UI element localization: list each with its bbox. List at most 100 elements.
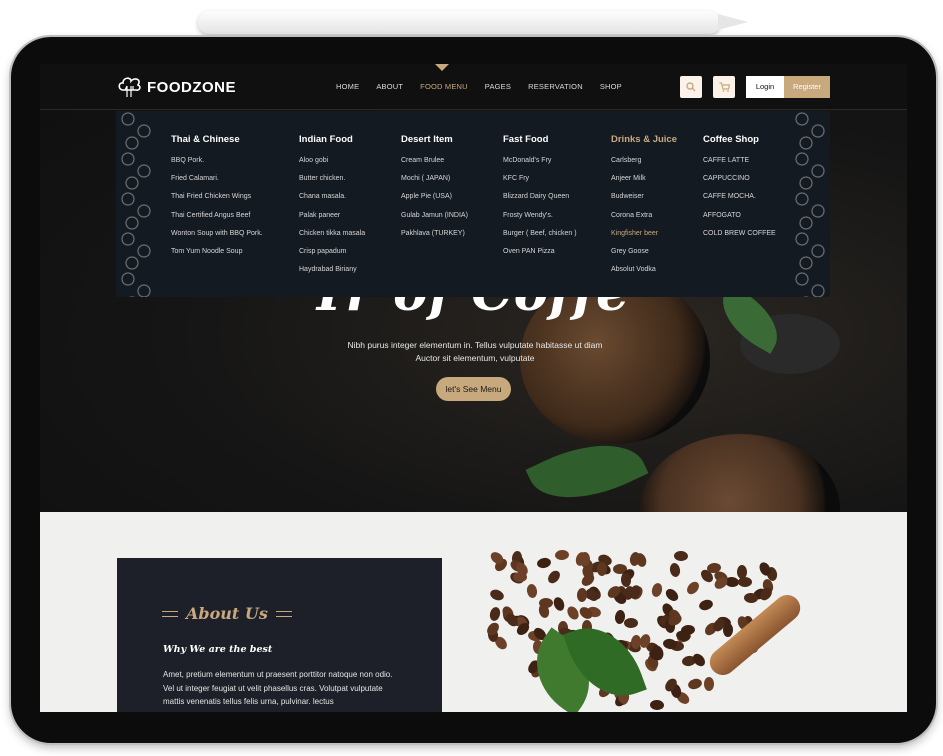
menu-item[interactable]: CAPPUCCINO (703, 175, 776, 193)
menu-column-indian-food: Indian Food Aloo gobi Butter chicken. Ch… (299, 134, 365, 284)
coffee-bean (668, 561, 681, 578)
menu-caret-icon (435, 64, 449, 71)
menu-item[interactable]: Crisp papadum (299, 248, 365, 266)
search-icon (686, 82, 696, 92)
stylus-pencil (198, 11, 720, 34)
menu-item[interactable]: Apple Pie (USA) (401, 193, 468, 211)
coffee-bean (649, 699, 665, 711)
nav-item-pages[interactable]: PAGES (485, 82, 511, 91)
menu-item[interactable]: Tom Yum Noodle Soup (171, 248, 263, 266)
menu-item[interactable]: Carlsberg (611, 157, 677, 175)
menu-column-thai-chinese: Thai & Chinese BBQ Pork. Fried Calamari.… (171, 134, 263, 266)
menu-item[interactable]: Frosty Wendy's. (503, 212, 577, 230)
menu-item[interactable]: Blizzard Dairy Queen (503, 193, 577, 211)
menu-item[interactable]: CAFFE LATTE (703, 157, 776, 175)
food-menu-dropdown: Thai & Chinese BBQ Pork. Fried Calamari.… (116, 111, 830, 297)
register-button[interactable]: Register (784, 76, 830, 98)
brand-logo[interactable]: FOODZONE (117, 76, 236, 98)
coffee-bean (545, 568, 562, 586)
menu-item[interactable]: Corona Extra (611, 212, 677, 230)
menu-item[interactable]: Gulab Jamun (INDIA) (401, 212, 468, 230)
menu-item[interactable]: Chicken tikka masala (299, 230, 365, 248)
coffee-bean (526, 583, 539, 600)
search-button[interactable] (680, 76, 702, 98)
coffee-bean (697, 598, 715, 612)
coffee-bean (551, 595, 567, 613)
menu-column-title: Thai & Chinese (171, 134, 240, 145)
coffee-bean (564, 604, 581, 622)
nav-item-reservation[interactable]: RESERVATION (528, 82, 583, 91)
nav-item-food-menu[interactable]: FOOD MENU (420, 82, 468, 91)
nav-item-about[interactable]: ABOUT (376, 82, 403, 91)
about-heading: About Us (162, 604, 292, 623)
menu-item[interactable]: Fried Calamari. (171, 175, 263, 193)
cart-button[interactable] (713, 76, 735, 98)
menu-item[interactable]: Cream Brulee (401, 157, 468, 175)
menu-item[interactable]: Oven PAN Pizza (503, 248, 577, 266)
menu-column-title: Indian Food (299, 134, 353, 145)
menu-item[interactable]: AFFOGATO (703, 212, 776, 230)
coffee-bean (488, 605, 502, 622)
see-menu-button[interactable]: let's See Menu (436, 377, 511, 401)
coffee-bean (650, 581, 664, 599)
menu-column-title: Fast Food (503, 134, 549, 145)
menu-item[interactable]: Thai Certified Angus Beef (171, 212, 263, 230)
menu-item[interactable]: Burger ( Beef, chicken ) (503, 230, 577, 248)
menu-item[interactable]: Palak paneer (299, 212, 365, 230)
menu-column-title: Desert Item (401, 134, 453, 145)
menu-item[interactable]: COLD BREW COFFEE (703, 230, 776, 248)
coffee-bean (691, 651, 708, 669)
about-title: About Us (186, 604, 268, 623)
menu-column-title: Coffee Shop (703, 134, 759, 145)
menu-item[interactable]: KFC Fry (503, 175, 577, 193)
menu-item[interactable]: Grey Goose (611, 248, 677, 266)
menu-item[interactable]: Absolut Vodka (611, 266, 677, 284)
stylus-tip (718, 14, 748, 30)
login-button[interactable]: Login (746, 76, 784, 98)
hero-text: Nibh purus integer elementum in. Tellus … (347, 340, 603, 363)
about-card: About Us Why We are the best Amet, preti… (117, 558, 442, 712)
about-subtitle: Why We are the best (163, 644, 273, 655)
menu-item-highlighted[interactable]: Kingfisher beer (611, 230, 677, 248)
menu-item[interactable]: McDonald's Fry (503, 157, 577, 175)
nav-item-home[interactable]: HOME (336, 82, 359, 91)
coffee-bean (488, 587, 506, 603)
coffee-doodle-decoration (116, 111, 156, 297)
menu-item[interactable]: BBQ Pork. (171, 157, 263, 175)
main-nav: HOME ABOUT FOOD MENU PAGES RESERVATION S… (336, 82, 639, 91)
menu-item[interactable]: Anjeer Milk (611, 175, 677, 193)
menu-item[interactable]: Thai Fried Chicken Wings (171, 193, 263, 211)
menu-column-coffee-shop: Coffee Shop CAFFE LATTE CAPPUCCINO CAFFE… (703, 134, 776, 248)
menu-item[interactable]: Mochi ( JAPAN) (401, 175, 468, 193)
coffee-bean (743, 592, 759, 604)
site-header: FOODZONE HOME ABOUT FOOD MENU PAGES RESE… (40, 64, 907, 110)
menu-item[interactable]: Haydrabad Biriany (299, 266, 365, 284)
device-mockup: Tr of Coffe Nibh purus integer elementum… (0, 0, 943, 756)
menu-item[interactable]: Butter chicken. (299, 175, 365, 193)
tablet-screen: Tr of Coffe Nibh purus integer elementum… (40, 64, 907, 712)
nav-item-shop[interactable]: SHOP (600, 82, 622, 91)
chef-hat-icon (118, 77, 141, 97)
coffee-doodle-decoration (790, 111, 830, 297)
brand-name: FOODZONE (147, 78, 236, 96)
menu-item[interactable]: Chana masala. (299, 193, 365, 211)
cart-icon (719, 82, 730, 92)
menu-column-title: Drinks & Juice (611, 134, 677, 145)
coffee-bean (576, 587, 588, 602)
menu-column-fast-food: Fast Food McDonald's Fry KFC Fry Blizzar… (503, 134, 577, 266)
coffee-bean (687, 677, 704, 692)
coffee-bean (663, 586, 681, 604)
title-ornament-left (162, 610, 178, 617)
menu-item[interactable]: Budweiser (611, 193, 677, 211)
menu-item[interactable]: Wonton Soup with BBQ Pork. (171, 230, 263, 248)
menu-item[interactable]: Aloo gobi (299, 157, 365, 175)
menu-item[interactable]: CAFFE MOCHA. (703, 193, 776, 211)
title-ornament-right (275, 610, 292, 617)
coffee-bean (538, 597, 553, 609)
menu-item[interactable]: Pakhlava (TURKEY) (401, 230, 468, 248)
about-text: Amet, pretium elementum ut praesent port… (163, 670, 393, 706)
menu-column-desert-item: Desert Item Cream Brulee Mochi ( JAPAN) … (401, 134, 468, 248)
coffee-bean (684, 579, 701, 597)
about-section: About Us Why We are the best Amet, preti… (40, 512, 907, 712)
coffee-bean (674, 550, 689, 562)
